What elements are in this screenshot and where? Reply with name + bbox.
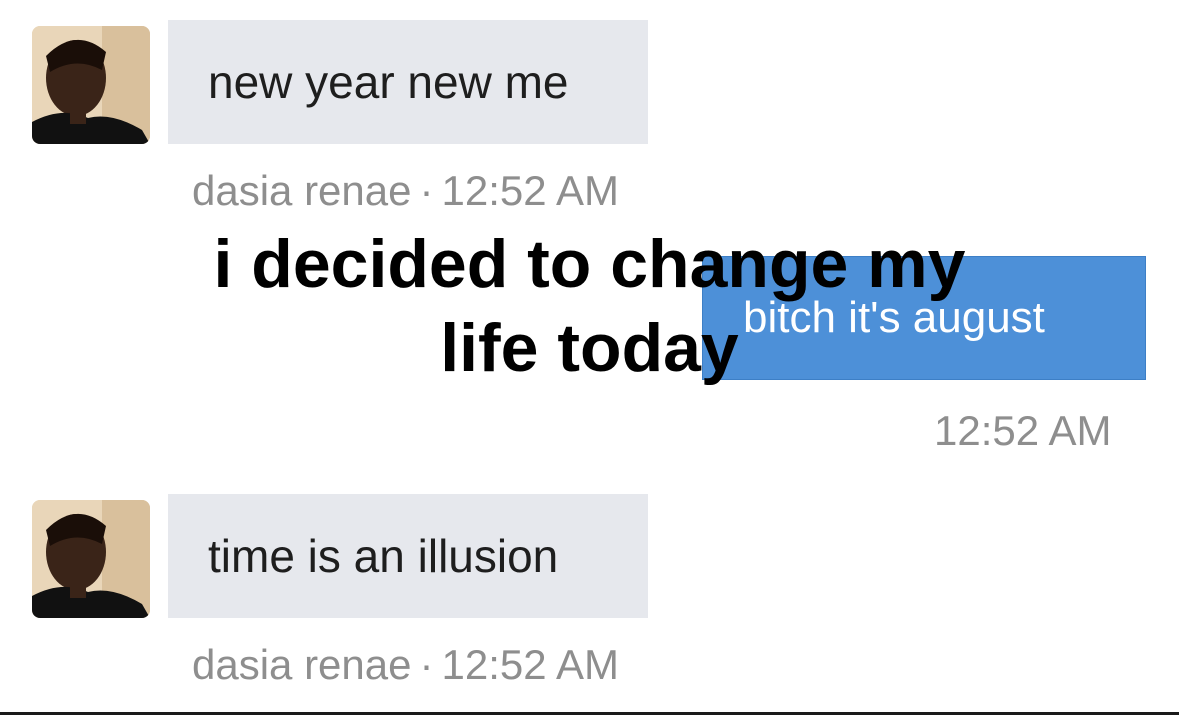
avatar-photo-icon	[32, 26, 150, 144]
meta-separator: ·	[419, 167, 434, 214]
message-text: time is an illusion	[208, 530, 559, 582]
caption-line-1: i decided to change my	[213, 226, 966, 302]
message-bubble: new year new me	[168, 20, 648, 144]
message-meta: dasia renae · 12:52 AM	[192, 644, 619, 686]
message-bubble: time is an illusion	[168, 494, 648, 618]
avatar	[32, 500, 150, 618]
message-time: 12:52 AM	[934, 407, 1112, 454]
message-meta: dasia renae · 12:52 AM	[192, 170, 619, 212]
meme-caption: i decided to change my life today	[0, 222, 1179, 390]
message-text: new year new me	[208, 56, 569, 108]
caption-line-2: life today	[440, 310, 739, 386]
avatar-photo-icon	[32, 500, 150, 618]
sender-name: dasia renae	[192, 167, 412, 214]
sender-name: dasia renae	[192, 641, 412, 688]
message-time-outgoing: 12:52 AM	[934, 410, 1111, 452]
message-time: 12:52 AM	[441, 167, 619, 214]
message-time: 12:52 AM	[441, 641, 619, 688]
avatar	[32, 26, 150, 144]
meta-separator: ·	[419, 641, 434, 688]
